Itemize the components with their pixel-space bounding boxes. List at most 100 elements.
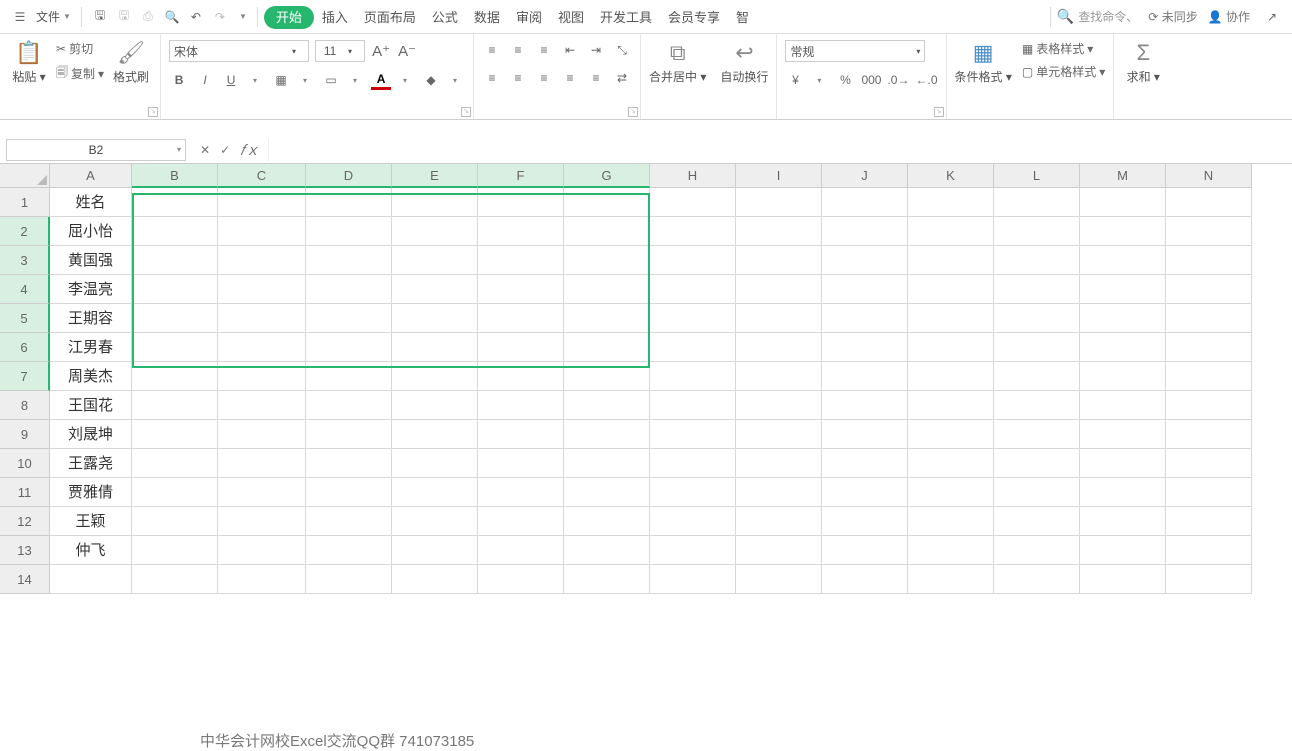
dec-decimal-icon[interactable]: ←.0 (915, 70, 937, 90)
cell[interactable] (908, 536, 994, 565)
col-header-C[interactable]: C (218, 164, 306, 188)
cell[interactable] (392, 304, 478, 333)
cell[interactable] (218, 449, 306, 478)
cell[interactable] (994, 217, 1080, 246)
cell[interactable] (564, 333, 650, 362)
tab-开发工具[interactable]: 开发工具 (592, 6, 660, 29)
row-header[interactable]: 8 (0, 391, 50, 420)
cancel-icon[interactable]: ✕ (200, 143, 210, 157)
cell[interactable] (650, 391, 736, 420)
col-header-G[interactable]: G (564, 164, 650, 188)
row-header[interactable]: 7 (0, 362, 50, 391)
align-top-icon[interactable]: ≡ (482, 40, 502, 60)
cell[interactable] (1080, 246, 1166, 275)
cell[interactable] (218, 362, 306, 391)
cell[interactable] (994, 478, 1080, 507)
cell[interactable] (650, 565, 736, 594)
collab-button[interactable]: 👤 协作 (1208, 8, 1250, 25)
font-color-icon[interactable]: A (371, 70, 391, 90)
cell[interactable] (822, 362, 908, 391)
cell[interactable] (306, 565, 392, 594)
cell[interactable] (478, 362, 564, 391)
tab-视图[interactable]: 视图 (550, 6, 592, 29)
cell[interactable] (132, 188, 218, 217)
cell[interactable] (822, 565, 908, 594)
cell[interactable] (564, 391, 650, 420)
cell[interactable] (478, 420, 564, 449)
fx-icon[interactable]: 𝑓ｘ (240, 139, 260, 160)
cell[interactable] (564, 362, 650, 391)
cell[interactable] (478, 217, 564, 246)
search-box[interactable]: 🔍查找命令、 (1057, 8, 1138, 25)
cell[interactable]: 黄国强 (50, 246, 132, 275)
tab-审阅[interactable]: 审阅 (508, 6, 550, 29)
cell[interactable] (478, 565, 564, 594)
indent-dec-icon[interactable]: ⇤ (560, 40, 580, 60)
cell[interactable] (392, 275, 478, 304)
cell[interactable] (1166, 217, 1252, 246)
col-header-F[interactable]: F (478, 164, 564, 188)
cell[interactable]: 王露尧 (50, 449, 132, 478)
cell[interactable] (994, 333, 1080, 362)
menu-icon[interactable]: ☰ (10, 7, 30, 27)
cell[interactable] (650, 217, 736, 246)
row-header[interactable]: 6 (0, 333, 50, 362)
cell[interactable] (908, 478, 994, 507)
tab-插入[interactable]: 插入 (314, 6, 356, 29)
col-header-J[interactable]: J (822, 164, 908, 188)
cell[interactable] (392, 246, 478, 275)
cell[interactable] (564, 217, 650, 246)
cell[interactable] (564, 188, 650, 217)
align-left-icon[interactable]: ≡ (482, 68, 502, 88)
cell[interactable] (306, 449, 392, 478)
cell[interactable] (1080, 217, 1166, 246)
enter-icon[interactable]: ✓ (220, 143, 230, 157)
cell[interactable] (392, 536, 478, 565)
share-icon[interactable]: ↗ (1262, 7, 1282, 27)
cell[interactable]: 贾雅倩 (50, 478, 132, 507)
cell[interactable] (392, 449, 478, 478)
cell[interactable] (132, 536, 218, 565)
cell[interactable] (564, 565, 650, 594)
cell[interactable] (1166, 333, 1252, 362)
cell[interactable] (1080, 362, 1166, 391)
tab-开始[interactable]: 开始 (264, 6, 314, 29)
cell[interactable] (306, 333, 392, 362)
cell[interactable]: 屈小怡 (50, 217, 132, 246)
cell[interactable] (392, 333, 478, 362)
table-style-button[interactable]: ▦表格样式 ▾ (1022, 40, 1105, 57)
cell[interactable] (1166, 304, 1252, 333)
cell[interactable]: 李温亮 (50, 275, 132, 304)
cell[interactable] (1166, 246, 1252, 275)
cell[interactable] (736, 217, 822, 246)
cell[interactable] (908, 304, 994, 333)
cell[interactable]: 王期容 (50, 304, 132, 333)
cell[interactable] (994, 246, 1080, 275)
indent-inc-icon[interactable]: ⇥ (586, 40, 606, 60)
row-header[interactable]: 11 (0, 478, 50, 507)
cell[interactable] (132, 362, 218, 391)
cell[interactable] (478, 188, 564, 217)
align-right-icon[interactable]: ≡ (534, 68, 554, 88)
align-middle-icon[interactable]: ≡ (508, 40, 528, 60)
cell[interactable] (736, 391, 822, 420)
increase-font-icon[interactable]: A⁺ (371, 41, 391, 61)
tab-页面布局[interactable]: 页面布局 (356, 6, 424, 29)
name-box[interactable]: B2▾ (6, 139, 186, 161)
align-bottom-icon[interactable]: ≡ (534, 40, 554, 60)
row-header[interactable]: 3 (0, 246, 50, 275)
cell[interactable] (218, 217, 306, 246)
cell[interactable] (392, 478, 478, 507)
cell[interactable] (392, 391, 478, 420)
cell[interactable] (908, 188, 994, 217)
cell[interactable]: 王国花 (50, 391, 132, 420)
cell[interactable] (822, 507, 908, 536)
sync-status[interactable]: ⟳ 未同步 (1148, 8, 1197, 25)
cell[interactable] (478, 478, 564, 507)
cell[interactable] (736, 565, 822, 594)
font-name-select[interactable]: 宋体▾ (169, 40, 309, 62)
cell[interactable] (306, 188, 392, 217)
conditional-format-button[interactable]: ▦条件格式 ▾ (955, 40, 1012, 85)
cell[interactable] (564, 275, 650, 304)
cell[interactable] (132, 304, 218, 333)
